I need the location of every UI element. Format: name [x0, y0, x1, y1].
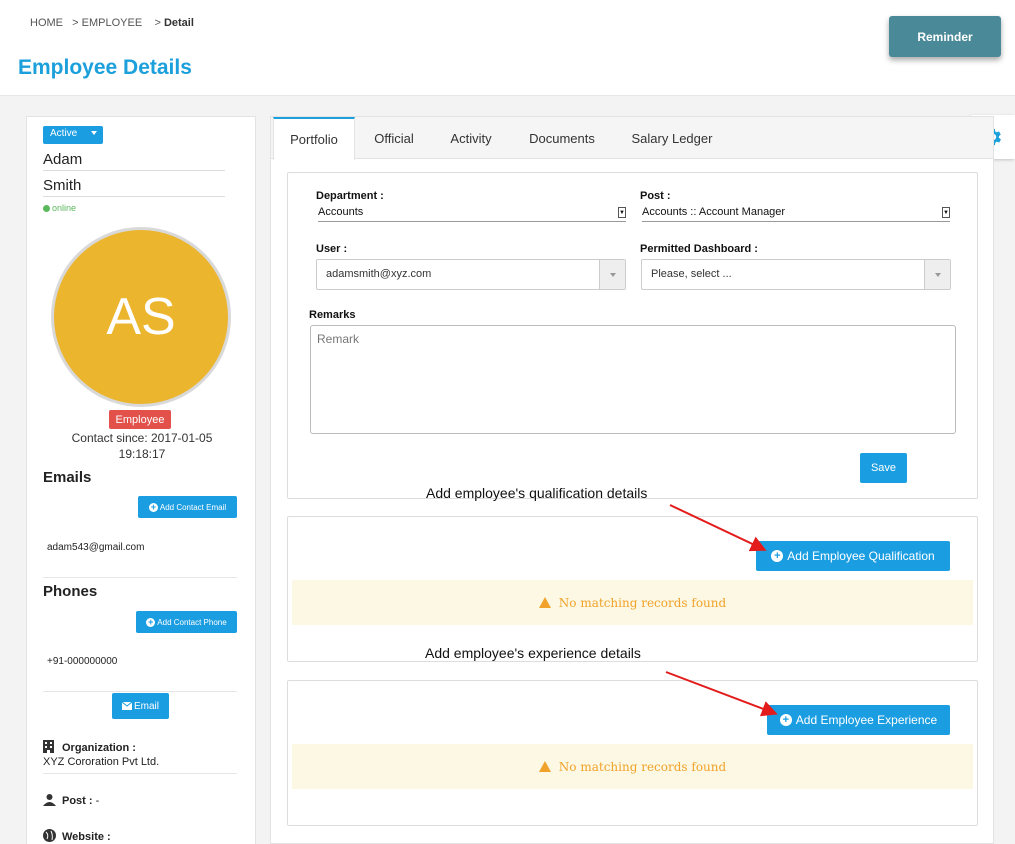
- department-value: Accounts: [318, 206, 364, 218]
- warning-icon: [538, 597, 551, 608]
- tab-official[interactable]: Official: [359, 117, 429, 159]
- experience-arrow: [665, 671, 778, 717]
- phone-value: +91-000000000: [47, 656, 118, 667]
- tab-activity[interactable]: Activity: [436, 117, 506, 159]
- organization-value: XYZ Cororation Pvt Ltd.: [43, 756, 160, 768]
- website-label: Website :: [62, 831, 111, 843]
- email-value: adam543@gmail.com: [47, 542, 145, 553]
- experience-annotation: Add employee's experience details: [425, 645, 641, 661]
- dashboard-value: Please, select ...: [651, 268, 732, 280]
- page-title: Employee Details: [18, 56, 192, 79]
- plus-circle-icon: +: [779, 714, 792, 726]
- profile-card: Active Adam Smith online AS Employee Con…: [26, 116, 256, 844]
- dashboard-label: Permitted Dashboard :: [640, 243, 758, 255]
- website-row: Website :: [43, 829, 111, 843]
- add-contact-phone-button[interactable]: + Add Contact Phone: [136, 611, 237, 633]
- breadcrumb: HOME > EMPLOYEE > Detail: [30, 17, 194, 29]
- role-badge: Employee: [109, 410, 171, 429]
- first-name[interactable]: Adam: [43, 151, 225, 171]
- add-qualification-label: Add Employee Qualification: [787, 549, 935, 563]
- qualification-panel: + Add Employee Qualification No matching …: [287, 516, 978, 662]
- phones-heading: Phones: [43, 583, 98, 600]
- reminder-button[interactable]: Reminder: [889, 16, 1001, 57]
- chevron-down-icon: [599, 260, 625, 289]
- organization-label: Organization :: [62, 742, 136, 754]
- add-employee-qualification-button[interactable]: + Add Employee Qualification: [756, 541, 950, 571]
- divider: [43, 577, 237, 578]
- organization-row: Organization :: [43, 740, 136, 754]
- remarks-textarea[interactable]: Remark: [310, 325, 956, 434]
- add-employee-experience-button[interactable]: + Add Employee Experience: [767, 705, 950, 735]
- online-status: online: [43, 203, 76, 213]
- globe-icon: [43, 829, 56, 842]
- warning-icon: [538, 761, 551, 772]
- status-label: Active: [50, 128, 78, 139]
- avatar-initials: AS: [106, 288, 176, 346]
- email-button[interactable]: Email: [112, 693, 169, 719]
- dashboard-select[interactable]: Please, select ...: [641, 259, 951, 290]
- post-field-value: Accounts :: Account Manager: [642, 206, 786, 218]
- plus-circle-icon: +: [146, 616, 156, 627]
- breadcrumb-detail: Detail: [163, 17, 194, 29]
- experience-panel: + Add Employee Experience No matching rec…: [287, 680, 978, 826]
- chevron-down-icon: [924, 260, 950, 289]
- qualification-empty-message: No matching records found: [292, 580, 973, 625]
- annotation-arrows: [665, 504, 778, 717]
- user-select[interactable]: adamsmith@xyz.com: [316, 259, 626, 290]
- dropdown-arrow-icon: ▼: [618, 207, 626, 218]
- envelope-icon: [121, 702, 132, 710]
- page-header: [0, 0, 1015, 96]
- remarks-label: Remarks: [309, 309, 356, 321]
- breadcrumb-separator: >: [154, 17, 161, 29]
- portfolio-form-panel: Department : Accounts ▼ Post : Accounts …: [287, 172, 978, 499]
- post-row: Post : -: [43, 794, 99, 807]
- tab-salary-ledger[interactable]: Salary Ledger: [621, 117, 723, 159]
- contact-since: Contact since: 2017-01-05 19:18:17: [71, 431, 213, 461]
- divider: [43, 691, 237, 692]
- chevron-down-icon: [91, 131, 97, 135]
- dropdown-arrow-icon: ▼: [942, 207, 950, 218]
- online-label: online: [52, 203, 77, 213]
- post-label: Post :: [62, 795, 93, 807]
- avatar: AS: [51, 227, 231, 407]
- add-experience-label: Add Employee Experience: [795, 713, 938, 727]
- post-field-label: Post :: [640, 190, 671, 202]
- plus-circle-icon: +: [148, 501, 158, 512]
- breadcrumb-employee[interactable]: EMPLOYEE: [82, 17, 143, 29]
- breadcrumb-home[interactable]: HOME: [30, 17, 63, 29]
- tab-bar: Portfolio Official Activity Documents Sa…: [271, 117, 993, 160]
- tab-portfolio[interactable]: Portfolio: [273, 117, 355, 160]
- email-button-label: Email: [133, 700, 159, 712]
- experience-empty-text: No matching records found: [558, 759, 727, 774]
- post-value: -: [95, 795, 100, 807]
- department-label: Department :: [316, 190, 384, 202]
- add-contact-email-label: Add Contact Email: [159, 502, 227, 512]
- tab-documents[interactable]: Documents: [519, 117, 605, 159]
- building-icon: [43, 740, 54, 753]
- experience-empty-message: No matching records found: [292, 744, 973, 789]
- tabs-card: Portfolio Official Activity Documents Sa…: [270, 116, 994, 844]
- user-icon: [43, 794, 56, 806]
- divider: [43, 773, 237, 774]
- emails-heading: Emails: [43, 469, 92, 486]
- save-button[interactable]: Save: [860, 453, 907, 483]
- status-dropdown[interactable]: Active: [43, 126, 103, 144]
- qualification-annotation: Add employee's qualification details: [426, 485, 648, 501]
- qualification-arrow: [669, 504, 767, 552]
- post-select[interactable]: Accounts :: Account Manager ▼: [642, 206, 950, 222]
- breadcrumb-separator: >: [72, 17, 79, 29]
- last-name[interactable]: Smith: [43, 177, 225, 197]
- online-dot-icon: [43, 205, 50, 212]
- department-select[interactable]: Accounts ▼: [318, 206, 626, 222]
- add-contact-email-button[interactable]: + Add Contact Email: [138, 496, 237, 518]
- add-contact-phone-label: Add Contact Phone: [157, 617, 227, 627]
- user-label: User :: [316, 243, 348, 255]
- user-value: adamsmith@xyz.com: [326, 268, 432, 280]
